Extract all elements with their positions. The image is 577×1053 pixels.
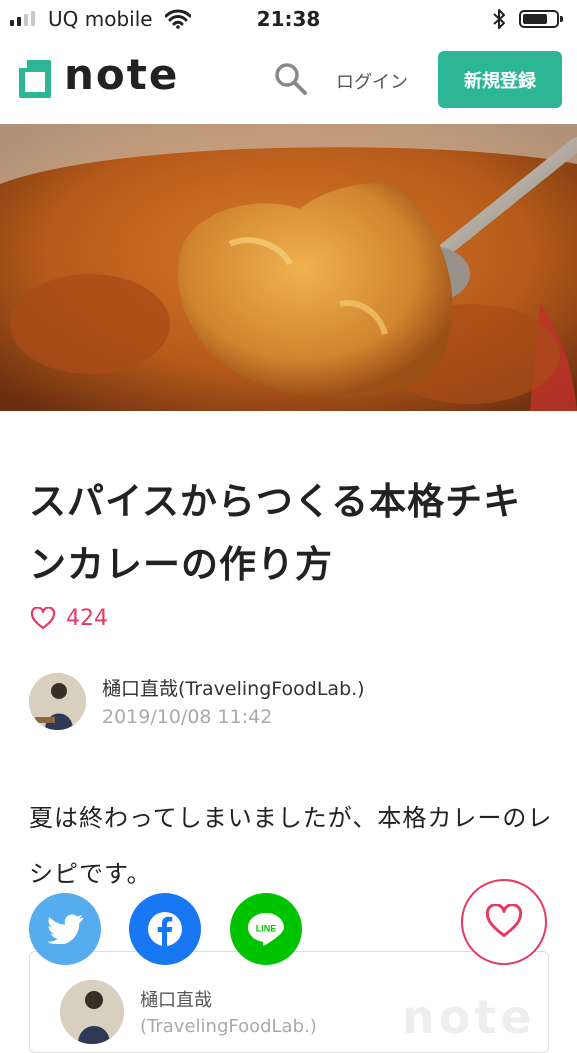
heart-icon: [485, 904, 523, 937]
hero-image: [0, 124, 577, 411]
signup-button[interactable]: 新規登録: [438, 51, 562, 108]
line-share-button[interactable]: LINE: [230, 893, 302, 965]
article-title: スパイスからつくる本格チキンカレーの作り方: [29, 480, 522, 586]
login-link[interactable]: ログイン: [336, 68, 408, 94]
creator-card[interactable]: 樋口直哉 (TravelingFoodLab.) note: [29, 951, 549, 1053]
twitter-icon: [47, 914, 83, 944]
author-name[interactable]: 樋口直哉(TravelingFoodLab.): [102, 674, 365, 701]
facebook-share-button[interactable]: [129, 893, 201, 965]
twitter-share-button[interactable]: [29, 893, 101, 965]
bluetooth-icon: [493, 9, 505, 29]
status-bar: UQ mobile 21:38: [0, 0, 577, 38]
like-count-value: 424: [66, 606, 108, 631]
facebook-icon: [148, 912, 182, 946]
clock: 21:38: [256, 7, 321, 31]
heart-icon: [30, 606, 56, 629]
creator-avatar: [60, 980, 124, 1044]
svg-text:LINE: LINE: [256, 924, 277, 934]
line-icon: LINE: [248, 913, 284, 946]
search-icon[interactable]: [274, 62, 308, 96]
author-avatar[interactable]: [29, 673, 86, 730]
like-fab-button[interactable]: [461, 879, 547, 965]
article-body: 夏は終わってしまいましたが、本格カレーのレシピです。: [29, 804, 553, 888]
publish-date: 2019/10/08 11:42: [102, 706, 273, 728]
creator-name: 樋口直哉: [140, 990, 212, 1011]
note-logo[interactable]: note: [64, 50, 179, 99]
site-header: note ログイン 新規登録: [0, 38, 577, 125]
battery-icon: [519, 10, 563, 28]
note-logo-icon[interactable]: [17, 58, 53, 100]
creator-name-sub: (TravelingFoodLab.): [140, 1016, 317, 1037]
like-count[interactable]: 424: [30, 606, 108, 631]
note-watermark: note: [402, 990, 536, 1044]
